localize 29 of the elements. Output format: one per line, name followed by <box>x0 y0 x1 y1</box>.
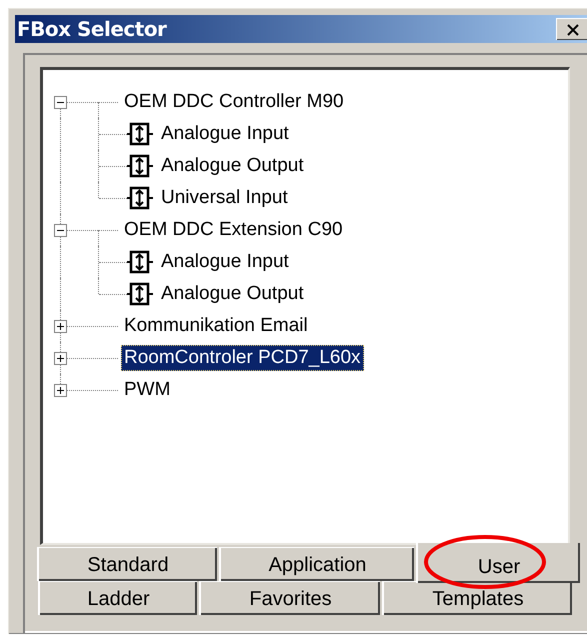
window-title: FBox Selector <box>17 19 166 39</box>
tab[interactable]: Templates <box>382 581 572 615</box>
tree-item[interactable]: RoomControler PCD7_L60x <box>121 345 364 371</box>
function-block-icon <box>127 154 153 178</box>
function-block-icon <box>127 122 153 146</box>
tree-item[interactable]: Universal Input <box>158 185 291 211</box>
tree-item[interactable]: PWM <box>121 377 174 403</box>
tree-item[interactable]: OEM DDC Controller M90 <box>121 89 347 115</box>
tree-item[interactable]: Analogue Output <box>158 153 307 179</box>
tab[interactable]: User <box>416 543 580 583</box>
expand-toggle[interactable] <box>54 96 67 109</box>
function-block-icon <box>127 282 153 306</box>
tree-item[interactable]: OEM DDC Extension C90 <box>121 217 346 243</box>
tab[interactable]: Standard <box>37 547 217 581</box>
close-button[interactable] <box>556 18 587 40</box>
expand-toggle[interactable] <box>54 384 67 397</box>
tab[interactable]: Favorites <box>199 581 380 615</box>
tree-item[interactable]: Analogue Output <box>158 281 307 307</box>
function-block-icon <box>127 186 153 210</box>
tab[interactable]: Application <box>219 547 414 581</box>
tree-item[interactable]: Analogue Input <box>158 249 292 275</box>
tab[interactable]: Ladder <box>38 581 197 615</box>
expand-toggle[interactable] <box>54 320 67 333</box>
tree-item[interactable]: Kommunikation Email <box>121 313 311 339</box>
expand-toggle[interactable] <box>54 224 67 237</box>
expand-toggle[interactable] <box>54 352 67 365</box>
function-block-icon <box>127 250 153 274</box>
close-icon <box>566 24 578 36</box>
tree-item[interactable]: Analogue Input <box>158 121 292 147</box>
